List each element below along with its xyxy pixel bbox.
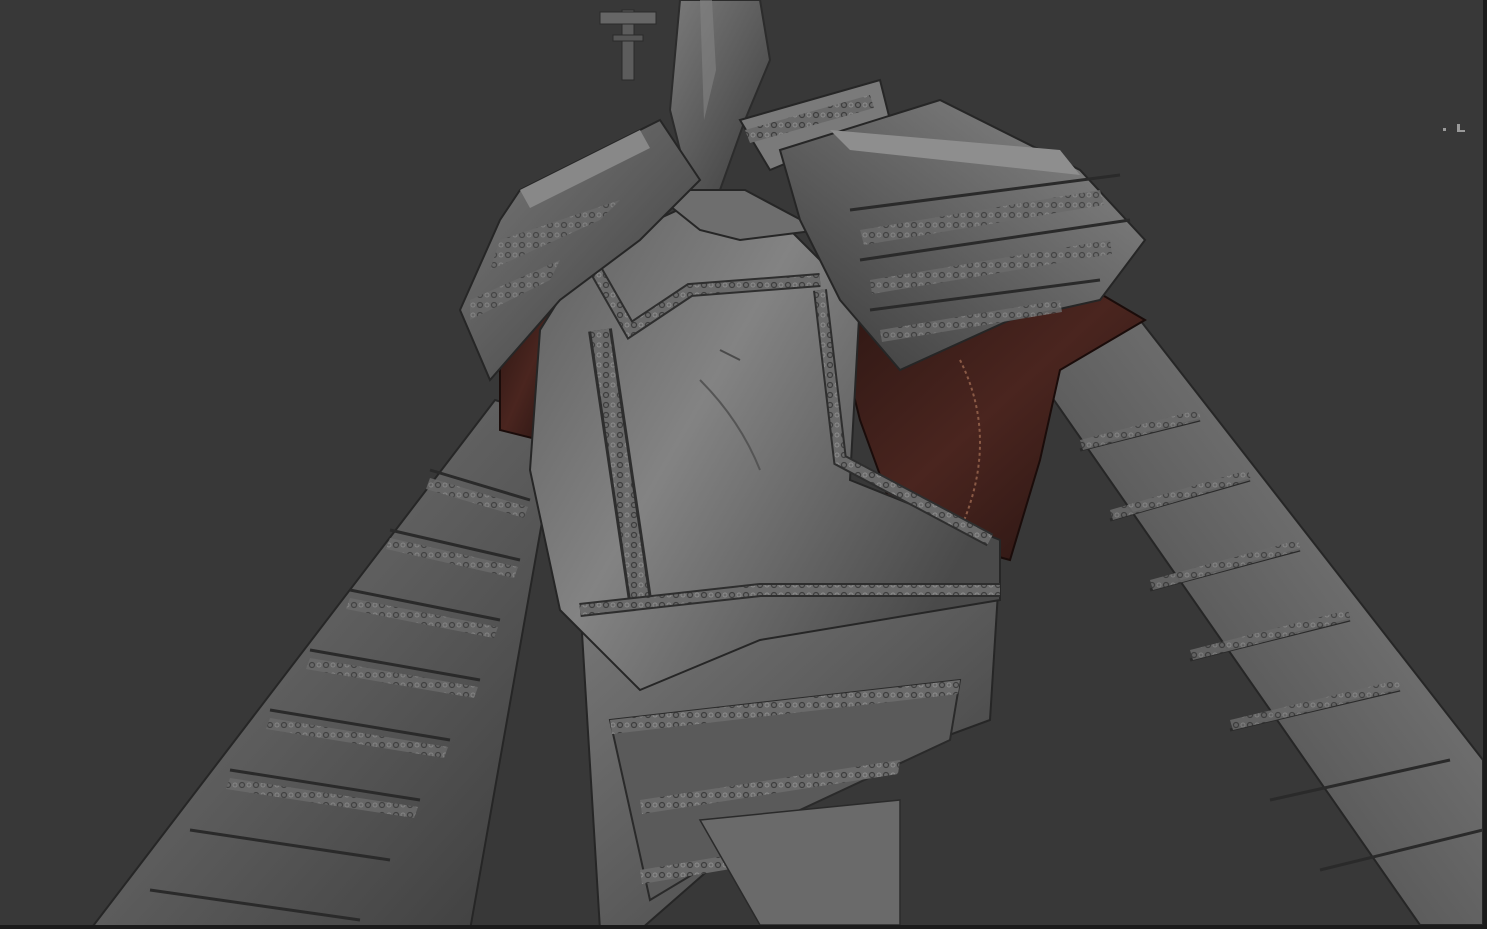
- cross-pendant: [599, 9, 657, 81]
- right-arm-vambrace: [1038, 318, 1483, 925]
- view-navigation-gizmo-icon[interactable]: [1443, 124, 1467, 134]
- left-arm-vambrace: [92, 398, 562, 925]
- 3d-sculpt-viewport[interactable]: [0, 0, 1487, 929]
- sculpt-canvas[interactable]: [0, 0, 1483, 925]
